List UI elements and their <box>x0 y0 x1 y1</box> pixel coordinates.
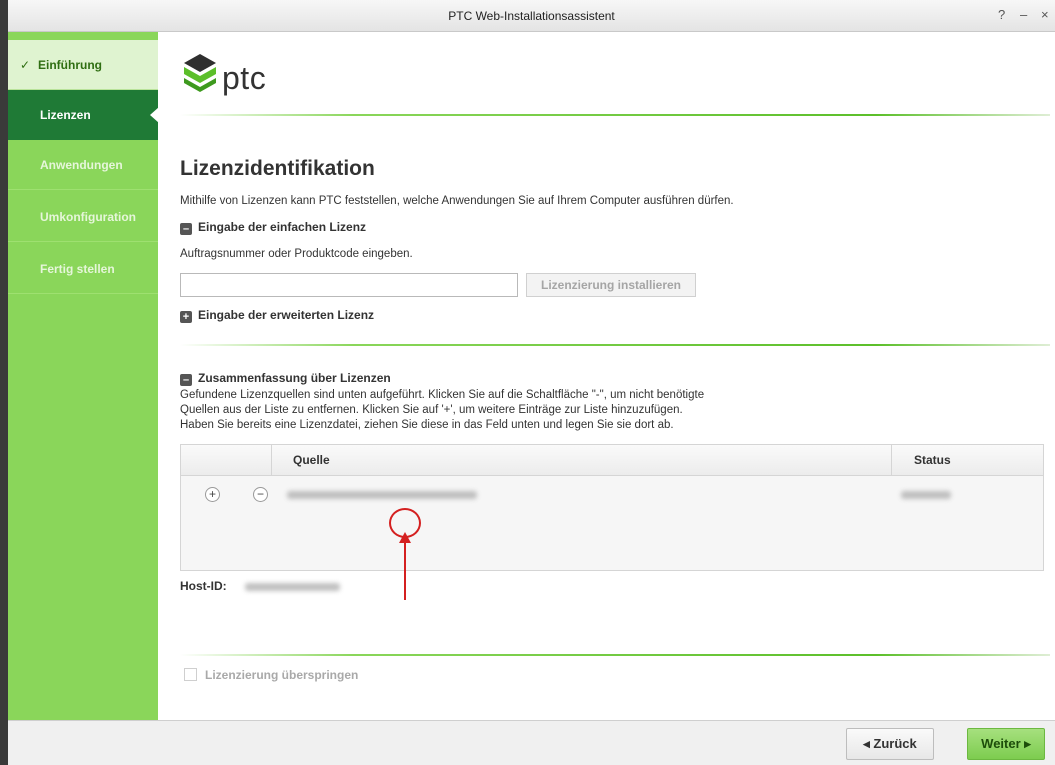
ptc-logo-icon <box>184 54 216 92</box>
next-button[interactable]: Weiter ▸ <box>967 728 1045 760</box>
back-button[interactable]: ◂ Zurück <box>846 728 934 760</box>
main-panel: ptc Lizenzidentifikation Mithilfe von Li… <box>158 32 1055 720</box>
checkbox-label: Lizenzierung überspringen <box>205 668 359 682</box>
redacted-source-value <box>287 491 477 499</box>
summary-text-line: Quellen aus der Liste zu entfernen. Klic… <box>180 404 683 416</box>
installer-window: PTC Web-Installationsassistent ? – × ✓ Ei… <box>0 0 1055 765</box>
summary-text-line: Gefundene Lizenzquellen sind unten aufge… <box>180 389 705 401</box>
section-label: Zusammenfassung über Lizenzen <box>198 371 391 385</box>
column-divider <box>271 445 272 476</box>
simple-license-section[interactable]: – Eingabe der einfachen Lizenz <box>180 220 366 235</box>
install-license-button[interactable]: Lizenzierung installieren <box>526 273 696 297</box>
step-einfuehrung[interactable]: ✓ Einführung <box>8 40 158 90</box>
wizard-footer: ◂ Zurück Weiter ▸ <box>8 720 1055 765</box>
table-header: Quelle Status <box>181 445 1043 476</box>
step-label: Anwendungen <box>40 158 123 172</box>
section-label: Eingabe der einfachen Lizenz <box>198 220 367 234</box>
collapse-icon[interactable]: – <box>180 374 192 386</box>
minimize-icon[interactable]: – <box>1020 7 1027 22</box>
step-fertig-stellen[interactable]: Fertig stellen <box>8 244 158 294</box>
expand-icon[interactable]: + <box>180 311 192 323</box>
help-icon[interactable]: ? <box>998 7 1005 22</box>
column-header-source[interactable]: Quelle <box>293 445 330 476</box>
order-number-input[interactable] <box>180 273 518 297</box>
intro-text: Mithilfe von Lizenzen kann PTC feststell… <box>180 195 734 207</box>
annotation-arrow-icon <box>399 532 411 600</box>
divider <box>180 654 1050 656</box>
step-anwendungen[interactable]: Anwendungen <box>8 140 158 190</box>
redacted-status-value <box>901 491 951 499</box>
check-icon: ✓ <box>20 58 31 72</box>
close-icon[interactable]: × <box>1041 7 1049 22</box>
license-sources-table[interactable]: Quelle Status + − <box>180 444 1044 571</box>
logo-text: ptc <box>222 60 267 96</box>
add-source-icon[interactable]: + <box>205 487 220 502</box>
skip-licensing-checkbox[interactable]: Lizenzierung überspringen <box>184 668 358 682</box>
title-bar: PTC Web-Installationsassistent ? – × <box>8 0 1055 32</box>
license-summary-section[interactable]: – Zusammenfassung über Lizenzen <box>180 371 391 386</box>
divider <box>180 344 1050 346</box>
collapse-icon[interactable]: – <box>180 223 192 235</box>
step-label: Umkonfiguration <box>40 210 136 224</box>
column-divider <box>891 445 892 476</box>
column-header-status[interactable]: Status <box>914 445 951 476</box>
wizard-steps-sidebar: ✓ Einführung Lizenzen Anwendungen Umkonfi… <box>8 32 159 720</box>
host-id-label: Host-ID: <box>180 579 227 593</box>
advanced-license-section[interactable]: + Eingabe der erweiterten Lizenz <box>180 308 374 323</box>
summary-text-line: Haben Sie bereits eine Lizenzdatei, zieh… <box>180 419 674 431</box>
step-lizenzen[interactable]: Lizenzen <box>8 90 159 140</box>
ptc-logo: ptc <box>182 52 266 102</box>
checkbox-box[interactable] <box>184 668 197 681</box>
redacted-host-id <box>245 583 340 591</box>
remove-source-icon[interactable]: − <box>253 487 268 502</box>
page-title: Lizenzidentifikation <box>180 157 375 180</box>
step-label: Einführung <box>38 58 102 72</box>
step-umkonfiguration[interactable]: Umkonfiguration <box>8 192 158 242</box>
step-label: Fertig stellen <box>40 262 115 276</box>
section-label: Eingabe der erweiterten Lizenz <box>198 308 375 322</box>
divider <box>180 114 1050 116</box>
input-prompt: Auftragsnummer oder Produktcode eingeben… <box>180 248 413 260</box>
step-label: Lizenzen <box>40 108 91 122</box>
window-title: PTC Web-Installationsassistent <box>448 9 615 23</box>
